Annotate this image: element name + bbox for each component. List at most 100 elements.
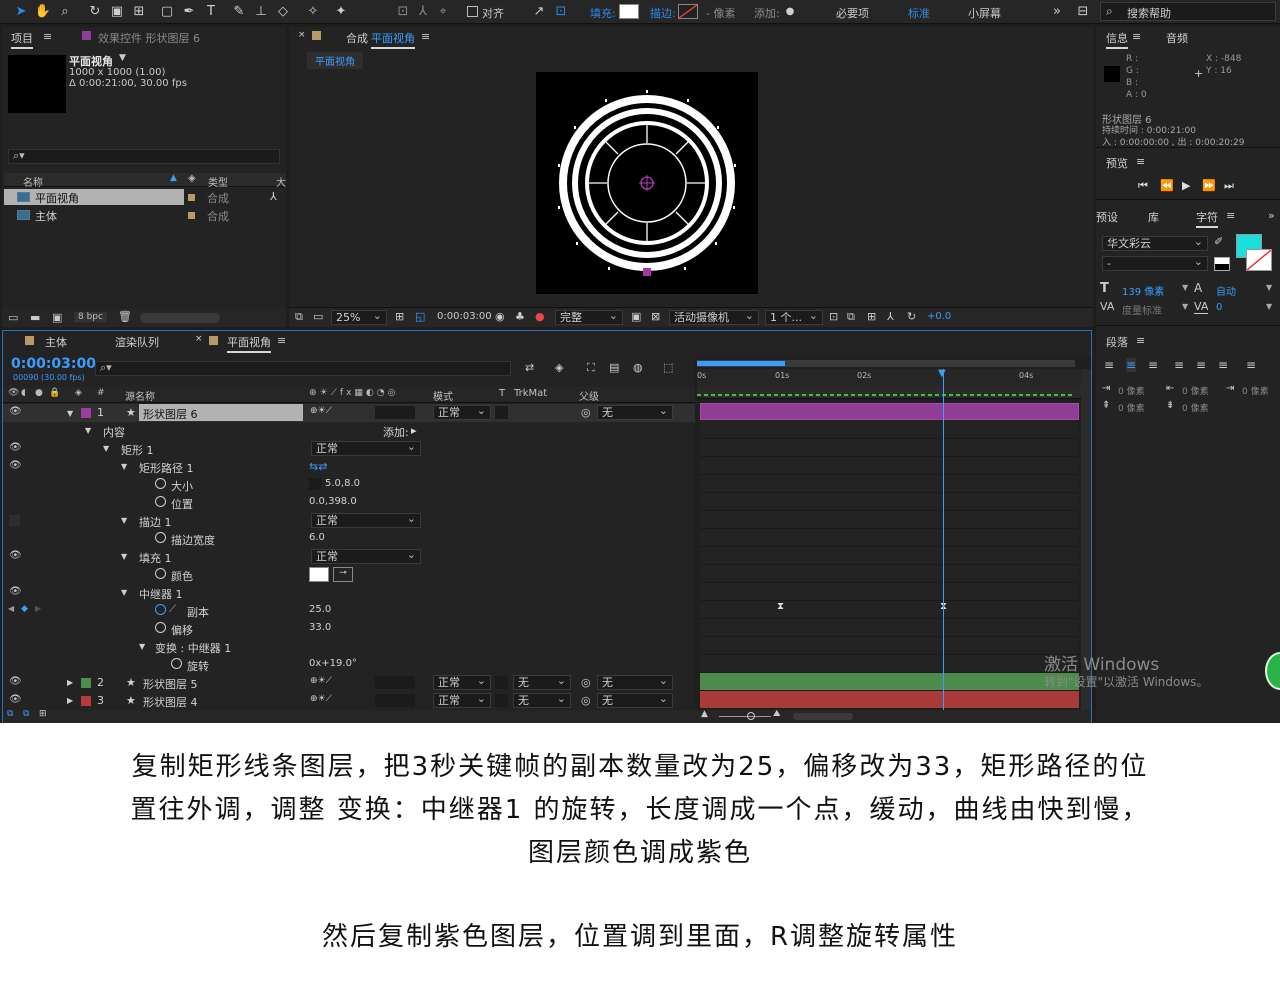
font-size-dropdown-icon[interactable]: ▼ xyxy=(1182,283,1188,292)
next-keyframe-icon[interactable]: ▶ xyxy=(35,604,41,613)
workspace-small-screen[interactable]: 小屏幕 xyxy=(968,5,1001,21)
rectangle-path-row[interactable]: 👁 ▼ 矩形路径 1 ⇆⇄ xyxy=(3,458,695,476)
indent-first-line-value[interactable]: 0 像素 xyxy=(1242,384,1269,397)
fast-previews-icon[interactable]: ▣ xyxy=(631,310,641,323)
paragraph-title[interactable]: 段落 xyxy=(1106,334,1128,350)
stroke-color-swatch[interactable] xyxy=(678,4,698,19)
zoom-tool-icon[interactable]: ⌕ xyxy=(56,3,74,21)
offset-value[interactable]: 33.0 xyxy=(309,622,331,633)
brush-tool-icon[interactable]: ✎ xyxy=(230,3,248,21)
expand-icon[interactable]: ▼ xyxy=(139,642,145,651)
reset-exposure-icon[interactable]: ↻ xyxy=(907,310,916,323)
project-panel-menu-icon[interactable]: ≡ xyxy=(43,30,52,43)
fill-group-row[interactable]: 👁 ▼ 填充 1 正常 xyxy=(3,548,695,566)
stopwatch-icon[interactable] xyxy=(155,568,166,579)
toggle-render-time-icon[interactable]: ⊞ xyxy=(39,709,47,719)
add-content-icon[interactable]: ▸ xyxy=(411,424,417,437)
layer-2-duration-bar[interactable] xyxy=(700,673,1079,690)
sort-ascending-icon[interactable]: ▲ xyxy=(170,173,177,183)
project-item-row[interactable]: 主体 xyxy=(4,207,184,223)
video-column-icon[interactable]: 👁 xyxy=(8,388,19,398)
font-size-value[interactable]: 139 像素 xyxy=(1122,283,1164,298)
column-track-matte[interactable]: TrkMat xyxy=(514,388,547,399)
comp-flow-tab[interactable]: 平面视角 xyxy=(307,52,363,69)
eyedropper-icon[interactable]: ✐ xyxy=(1214,235,1223,248)
frame-blending-icon[interactable]: ▤ xyxy=(609,361,619,374)
motion-blur-icon[interactable]: ◍ xyxy=(633,361,643,374)
column-preserve-transparency[interactable]: T xyxy=(499,388,505,399)
flowchart-icon[interactable]: ⅄ xyxy=(270,190,277,203)
work-area-bar[interactable] xyxy=(697,387,1081,399)
pen-tool-icon[interactable]: ✒ xyxy=(180,3,198,21)
layer-name[interactable]: 形状图层 4 xyxy=(143,694,198,710)
black-swatch[interactable] xyxy=(1214,257,1230,271)
keyframe-marker[interactable]: ⧗ xyxy=(777,601,784,612)
grid-guides-icon[interactable]: ⊞ xyxy=(395,310,404,323)
rotate-tool-icon[interactable]: ↻ xyxy=(86,3,104,21)
stroke-width-value[interactable]: 6.0 xyxy=(309,532,325,543)
parent-dropdown[interactable]: 无 xyxy=(597,674,673,690)
comp-dropdown-icon[interactable]: ▼ xyxy=(119,53,126,63)
space-after-value[interactable]: 0 像素 xyxy=(1182,401,1209,414)
align-center-icon[interactable]: ≡ xyxy=(1126,358,1137,372)
roto-brush-tool-icon[interactable]: ✧ xyxy=(304,3,322,21)
first-frame-icon[interactable]: ⏮ xyxy=(1138,179,1148,193)
tab-render-queue[interactable]: 渲染队列 xyxy=(115,334,159,350)
views-dropdown[interactable]: 1 个... xyxy=(765,309,823,325)
visibility-eye-icon[interactable]: 👁 xyxy=(9,677,22,687)
visibility-toggle-off[interactable] xyxy=(9,515,20,526)
selection-tool-icon[interactable]: ➤ xyxy=(12,3,30,21)
preview-menu-icon[interactable]: ≡ xyxy=(1136,155,1145,168)
leading-value[interactable]: 自动 xyxy=(1216,283,1236,298)
preserve-transparency-box[interactable] xyxy=(495,676,508,689)
contents-row[interactable]: ▼ 内容 添加: ▸ xyxy=(3,422,695,440)
close-tab-icon[interactable]: × xyxy=(195,334,203,344)
size-property-row[interactable]: 大小 5.0,8.0 xyxy=(3,476,695,494)
timeline-menu-icon[interactable]: ≡ xyxy=(277,334,286,347)
tab-presets[interactable]: 预设 xyxy=(1096,209,1118,225)
type-tool-icon[interactable]: T xyxy=(202,3,220,21)
pick-whip-icon[interactable]: ◎ xyxy=(581,694,591,707)
next-frame-icon[interactable]: ⏩ xyxy=(1202,179,1216,192)
exposure-value[interactable]: +0.0 xyxy=(927,311,951,322)
project-search-input[interactable]: ⌕▾ xyxy=(8,149,280,164)
property-track-area[interactable] xyxy=(700,421,1079,691)
more-workspaces-icon[interactable]: » xyxy=(1048,3,1066,21)
camera-tool-icon[interactable]: ▣ xyxy=(108,3,126,21)
column-name[interactable]: 名称 xyxy=(23,174,43,189)
expand-icon[interactable]: ▼ xyxy=(121,516,127,525)
color-property-row[interactable]: 颜色 ⊸ xyxy=(3,566,695,584)
column-parent[interactable]: 父级 xyxy=(579,388,599,403)
puppet-tool-icon[interactable]: ✦ xyxy=(332,3,350,21)
shy-layers-icon[interactable]: ⛶ xyxy=(587,361,595,375)
preserve-transparency-box[interactable] xyxy=(495,406,508,419)
expand-layer-icon[interactable]: ▼ xyxy=(67,409,73,418)
track-matte-dropdown[interactable]: 无 xyxy=(513,692,571,708)
stopwatch-icon[interactable] xyxy=(155,622,166,633)
hand-tool-icon[interactable]: ✋ xyxy=(34,3,52,21)
label-column-icon[interactable]: ◈ xyxy=(75,388,82,398)
visibility-eye-icon[interactable]: 👁 xyxy=(9,407,22,417)
tab-info[interactable]: 信息 xyxy=(1106,30,1128,49)
toggle-pixel-aspect-icon[interactable]: ⊡ xyxy=(829,310,838,323)
always-preview-icon[interactable]: ⧉ xyxy=(295,310,303,324)
expand-icon[interactable]: ▼ xyxy=(121,588,127,597)
layer-switches-icons[interactable]: ⊕☀⟋ xyxy=(310,406,332,416)
visibility-eye-icon[interactable]: 👁 xyxy=(9,695,22,705)
repeater-group-row[interactable]: 👁 ▼ 中继器 1 xyxy=(3,584,695,602)
add-keyframe-icon[interactable]: ◆ xyxy=(21,604,28,614)
play-icon[interactable]: ▶ xyxy=(1182,179,1190,192)
pick-whip-icon[interactable]: ◎ xyxy=(581,406,591,419)
thumbnail-scrollbar[interactable] xyxy=(140,313,220,323)
stroke-group-row[interactable]: ▼ 描边 1 正常 xyxy=(3,512,695,530)
stroke-width-unit[interactable]: - 像素 xyxy=(706,5,735,21)
layer-row-3[interactable]: 👁 ▶ 3 ★ 形状图层 4 ⊕☀⟋ 正常 无 ◎ 无 xyxy=(3,692,695,710)
resolution-dropdown[interactable]: 完整 xyxy=(555,309,623,325)
zoom-dropdown[interactable]: 25% xyxy=(331,309,387,325)
work-area-navigator[interactable] xyxy=(697,360,1075,367)
indent-left-value[interactable]: 0 像素 xyxy=(1118,384,1145,397)
viewer-timecode[interactable]: 0:00:03:00 xyxy=(437,311,492,322)
transparency-grid-icon[interactable]: ◱ xyxy=(415,310,425,323)
offset-property-row[interactable]: 偏移 33.0 xyxy=(3,620,695,638)
zoom-slider-thumb[interactable] xyxy=(747,712,755,720)
